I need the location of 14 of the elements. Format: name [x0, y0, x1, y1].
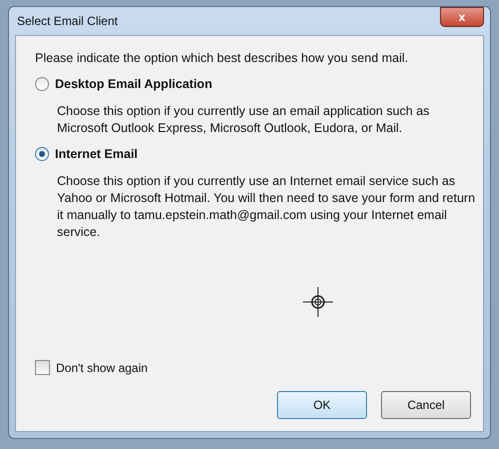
intro-text: Please indicate the option which best describes how you send mail.: [35, 50, 410, 67]
checkbox-label: Don't show again: [56, 360, 148, 374]
crosshair-cursor-icon: [303, 287, 333, 317]
option-description: Choose this option if you currently use an email application such as Microsoft Outlook Express, Microsoft Outlook, Eudora, or Mail.: [57, 103, 430, 137]
cancel-button[interactable]: Cancel: [381, 391, 471, 419]
checkbox[interactable]: [35, 360, 50, 375]
option-label: Internet Email: [55, 147, 138, 161]
option-description: Choose this option if you currently use an Internet email service such as Yahoo or Microsoft Hotmail. You will then need to save your form and return it manually to tamu.epstein.math@gmail.com using your Internet email service.: [57, 173, 476, 241]
window-title: Select Email Client: [16, 14, 118, 28]
close-button[interactable]: x: [440, 7, 484, 27]
ok-button[interactable]: OK: [277, 391, 367, 419]
radio-button[interactable]: [35, 77, 49, 91]
option-label: Desktop Email Application: [55, 77, 212, 91]
radio-button[interactable]: [35, 147, 49, 161]
